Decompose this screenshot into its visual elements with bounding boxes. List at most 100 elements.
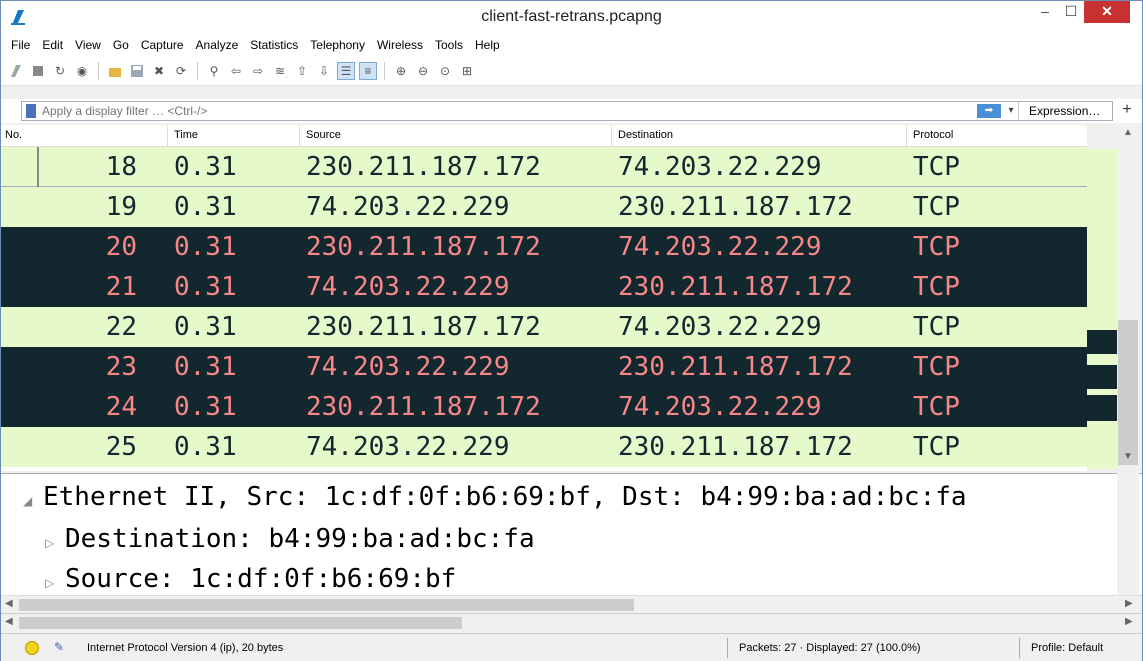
menu-tools[interactable]: Tools <box>429 38 469 52</box>
packet-row[interactable]: 19 0.31 74.203.22.229 230.211.187.172 TCP <box>1 187 1087 227</box>
scrollbar-thumb[interactable] <box>1118 320 1138 465</box>
minimize-button[interactable]: – <box>1033 1 1057 23</box>
cell-no: 19 <box>105 192 137 222</box>
details-horizontal-scrollbar[interactable]: ◀ ▶ <box>1 595 1142 613</box>
filter-history-dropdown[interactable]: ▾ <box>1004 102 1018 120</box>
detail-destination[interactable]: ▷ Destination: b4:99:ba:ad:bc:fa <box>45 524 535 554</box>
scroll-up-arrow-icon[interactable]: ▲ <box>1117 127 1139 143</box>
menu-view[interactable]: View <box>69 38 107 52</box>
capture-comment-icon[interactable]: ✎ <box>54 640 68 654</box>
expert-info-icon[interactable] <box>25 641 39 655</box>
cell-source: 74.203.22.229 <box>306 192 510 222</box>
detail-source-text: Source: 1c:df:0f:b6:69:bf <box>65 564 457 594</box>
packet-row[interactable]: 22 0.31 230.211.187.172 74.203.22.229 TCP <box>1 307 1087 347</box>
bookmark-icon[interactable] <box>26 104 36 118</box>
close-button[interactable]: ✕ <box>1084 1 1130 23</box>
menu-analyze[interactable]: Analyze <box>190 38 245 52</box>
expanded-triangle-icon[interactable]: ◢ <box>23 494 43 508</box>
cell-time: 0.31 <box>174 392 237 422</box>
column-header-source[interactable]: Source <box>306 129 341 141</box>
column-divider <box>167 125 168 147</box>
zoom-normal-icon[interactable]: ⊙ <box>436 62 454 80</box>
collapsed-triangle-icon[interactable]: ▷ <box>45 536 65 550</box>
minimap-band <box>1087 395 1117 421</box>
cell-no: 20 <box>105 232 137 262</box>
packet-row[interactable]: 25 0.31 74.203.22.229 230.211.187.172 TCP <box>1 427 1087 467</box>
menu-file[interactable]: File <box>5 38 36 52</box>
packet-row[interactable]: 21 0.31 74.203.22.229 230.211.187.172 TCP <box>1 267 1087 307</box>
menu-telephony[interactable]: Telephony <box>304 38 371 52</box>
go-to-packet-icon[interactable]: ≋ <box>271 62 289 80</box>
menu-go[interactable]: Go <box>107 38 135 52</box>
details-scrollbar[interactable] <box>1117 473 1139 595</box>
menu-wireless[interactable]: Wireless <box>371 38 429 52</box>
scroll-left-arrow-icon[interactable]: ◀ <box>5 598 13 609</box>
menu-help[interactable]: Help <box>469 38 506 52</box>
scroll-right-arrow-icon[interactable]: ▶ <box>1125 616 1133 627</box>
scroll-right-arrow-icon[interactable]: ▶ <box>1125 598 1133 609</box>
toolbar-separator <box>98 61 99 80</box>
cell-protocol: TCP <box>913 232 960 262</box>
scroll-down-arrow-icon[interactable]: ▼ <box>1117 451 1139 467</box>
zoom-in-icon[interactable]: ⊕ <box>392 62 410 80</box>
window-title: client-fast-retrans.pcapng <box>481 8 662 25</box>
menu-capture[interactable]: Capture <box>135 38 190 52</box>
packet-row[interactable]: 18 0.31 230.211.187.172 74.203.22.229 TCP <box>1 147 1087 187</box>
stop-capture-icon[interactable] <box>29 62 47 80</box>
autoscroll-icon[interactable]: ☰ <box>337 61 355 80</box>
find-packet-icon[interactable]: ⚲ <box>205 62 223 80</box>
bytes-hscroll-thumb[interactable] <box>19 617 462 629</box>
restart-capture-icon[interactable]: ↻ <box>51 62 69 80</box>
collapsed-triangle-icon[interactable]: ▷ <box>45 576 65 590</box>
go-back-icon[interactable]: ⇦ <box>227 62 245 80</box>
display-filter-bar: ➡ ▾ Expression… + <box>1 99 1142 123</box>
main-toolbar: ↻ ◉ ✖ ⟳ ⚲ ⇦ ⇨ ≋ ⇧ ⇩ ☰ ≡ ⊕ ⊖ ⊙ ⊞ <box>1 56 1142 86</box>
packet-minimap[interactable] <box>1087 149 1117 469</box>
capture-options-icon[interactable]: ◉ <box>73 62 91 80</box>
title-bar: client-fast-retrans.pcapng – ☐ ✕ <box>1 1 1142 34</box>
reload-file-icon[interactable]: ⟳ <box>172 62 190 80</box>
cell-time: 0.31 <box>174 312 237 342</box>
profile-selector[interactable]: Profile: Default <box>1031 642 1103 654</box>
save-file-icon[interactable] <box>128 62 146 80</box>
detail-source[interactable]: ▷ Source: 1c:df:0f:b6:69:bf <box>45 564 456 594</box>
packet-list: No. Time Source Destination Protocol 18 0… <box>1 125 1142 471</box>
apply-filter-button[interactable]: ➡ <box>977 104 1001 118</box>
add-filter-button[interactable]: + <box>1119 101 1135 119</box>
expression-button[interactable]: Expression… <box>1018 102 1113 120</box>
resize-columns-icon[interactable]: ⊞ <box>458 62 476 80</box>
go-first-icon[interactable]: ⇧ <box>293 62 311 80</box>
packet-row[interactable]: 20 0.31 230.211.187.172 74.203.22.229 TCP <box>1 227 1087 267</box>
column-header-no[interactable]: No. <box>5 129 22 141</box>
colorize-icon[interactable]: ≡ <box>359 61 377 80</box>
column-header-time[interactable]: Time <box>174 129 198 141</box>
go-last-icon[interactable]: ⇩ <box>315 62 333 80</box>
open-file-icon[interactable] <box>106 62 124 80</box>
maximize-button[interactable]: ☐ <box>1059 1 1083 23</box>
cell-time: 0.31 <box>174 432 237 462</box>
column-header-protocol[interactable]: Protocol <box>913 129 953 141</box>
menu-statistics[interactable]: Statistics <box>244 38 304 52</box>
column-divider <box>299 125 300 147</box>
column-divider <box>906 125 907 147</box>
details-hscroll-thumb[interactable] <box>19 599 634 611</box>
menu-edit[interactable]: Edit <box>36 38 69 52</box>
packet-row[interactable]: 23 0.31 74.203.22.229 230.211.187.172 TCP <box>1 347 1087 387</box>
cell-no: 21 <box>105 272 137 302</box>
status-separator <box>1019 638 1020 658</box>
detail-ethernet[interactable]: ◢ Ethernet II, Src: 1c:df:0f:b6:69:bf, Ds… <box>23 482 967 512</box>
close-file-icon[interactable]: ✖ <box>150 62 168 80</box>
detail-destination-text: Destination: b4:99:ba:ad:bc:fa <box>65 524 535 554</box>
display-filter-input[interactable] <box>42 102 942 120</box>
toolbar-separator <box>197 61 198 80</box>
display-filter-box: ➡ ▾ Expression… <box>21 101 1113 121</box>
packet-row[interactable]: 24 0.31 230.211.187.172 74.203.22.229 TCP <box>1 387 1087 427</box>
bytes-pane-scrollbar[interactable]: ◀ ▶ <box>1 613 1142 631</box>
go-forward-icon[interactable]: ⇨ <box>249 62 267 80</box>
detail-ethernet-text: Ethernet II, Src: 1c:df:0f:b6:69:bf, Dst… <box>43 482 967 512</box>
column-header-destination[interactable]: Destination <box>618 129 673 141</box>
cell-protocol: TCP <box>913 152 960 182</box>
zoom-out-icon[interactable]: ⊖ <box>414 62 432 80</box>
scroll-left-arrow-icon[interactable]: ◀ <box>5 616 13 627</box>
start-capture-icon[interactable] <box>7 62 25 80</box>
